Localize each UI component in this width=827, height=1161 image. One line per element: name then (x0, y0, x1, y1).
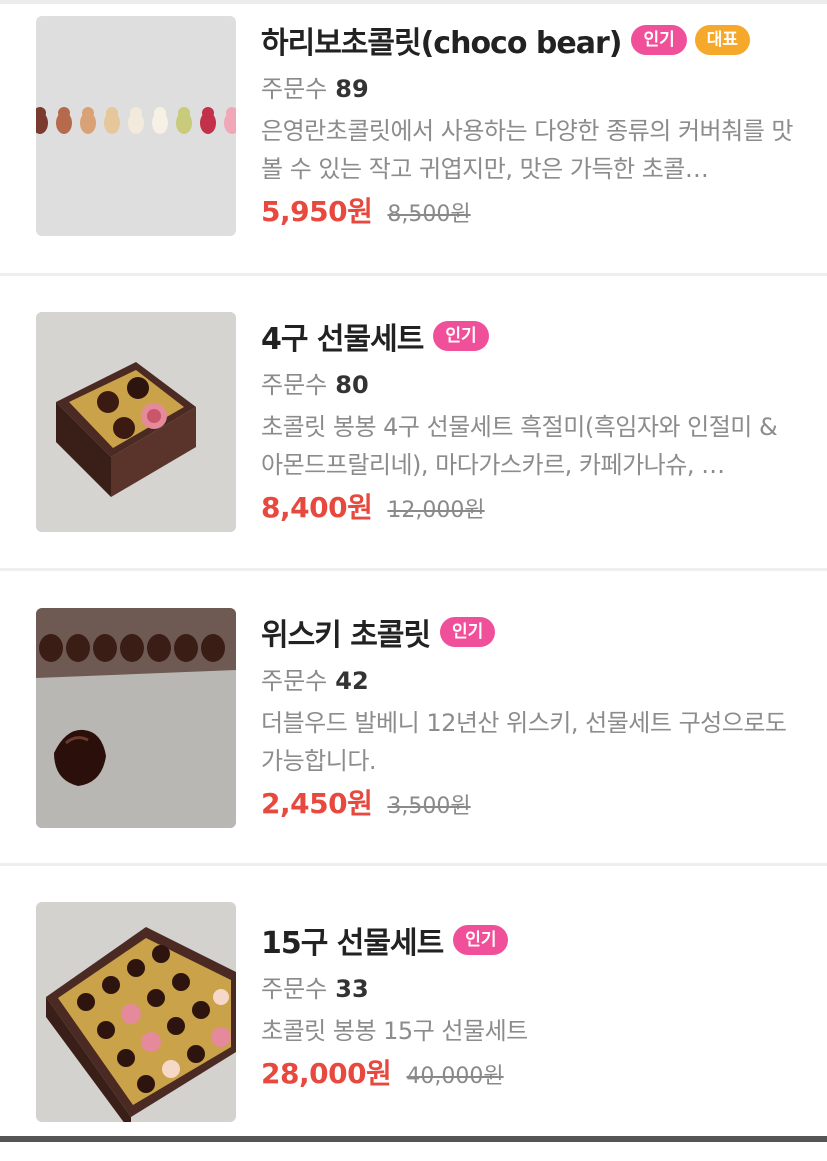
badge-popular: 인기 (631, 25, 687, 55)
order-count-value: 42 (335, 667, 369, 695)
order-count: 주문수 89 (261, 72, 793, 106)
order-count: 주문수 42 (261, 664, 793, 698)
sale-price: 8,400원 (261, 491, 373, 524)
product-title[interactable]: 하리보초콜릿(choco bear) (261, 18, 622, 62)
product-card[interactable]: 하리보초콜릿(choco bear) 인기 대표 주문수 89 은영란초콜릿에서 … (0, 4, 827, 276)
product-title[interactable]: 15구 선물세트 (261, 918, 444, 962)
order-count-value: 33 (335, 975, 369, 1003)
product-image-4-gift-set[interactable] (36, 312, 236, 532)
bottom-edge-bar (0, 1136, 827, 1142)
product-description: 더블우드 발베니 12년산 위스키, 선물세트 구성으로도 가능합니다. (261, 709, 787, 775)
product-image-whisky-chocolate[interactable] (36, 608, 236, 828)
price-row: 5,950원 8,500원 (261, 192, 793, 232)
order-count-label: 주문수 (261, 371, 328, 399)
order-count-label: 주문수 (261, 975, 328, 1003)
product-description: 초콜릿 봉봉 15구 선물세트 (261, 1017, 528, 1045)
badge-popular: 인기 (453, 925, 509, 955)
order-count-label: 주문수 (261, 75, 328, 103)
badge-representative: 대표 (694, 25, 751, 55)
order-count-value: 89 (335, 75, 369, 103)
product-card[interactable]: 15구 선물세트 인기 주문수 33 초콜릿 봉봉 15구 선물세트 28,000… (0, 866, 827, 1161)
product-title[interactable]: 위스키 초콜릿 (261, 610, 431, 654)
order-count: 주문수 80 (261, 368, 793, 402)
original-price: 40,000원 (406, 1064, 504, 1089)
product-description: 은영란초콜릿에서 사용하는 다양한 종류의 커버춰를 맛볼 수 있는 작고 귀엽… (261, 117, 793, 183)
product-image-15-gift-set[interactable] (36, 902, 236, 1122)
sale-price: 28,000원 (261, 1057, 392, 1090)
product-card[interactable]: 위스키 초콜릿 인기 주문수 42 더블우드 발베니 12년산 위스키, 선물세트… (0, 571, 827, 866)
product-image-choco-bear[interactable] (36, 16, 236, 236)
original-price: 12,000원 (387, 498, 485, 523)
badge-popular: 인기 (440, 617, 496, 647)
product-description: 초콜릿 봉봉 4구 선물세트 흑절미(흑임자와 인절미 & 아몬드프랄리네), … (261, 413, 778, 479)
order-count: 주문수 33 (261, 972, 793, 1006)
original-price: 8,500원 (387, 202, 471, 227)
badge-popular: 인기 (433, 321, 489, 351)
product-list: 하리보초콜릿(choco bear) 인기 대표 주문수 89 은영란초콜릿에서 … (0, 4, 827, 1161)
sale-price: 5,950원 (261, 195, 373, 228)
price-row: 8,400원 12,000원 (261, 488, 793, 528)
order-count-label: 주문수 (261, 667, 328, 695)
price-row: 2,450원 3,500원 (261, 784, 793, 824)
product-card[interactable]: 4구 선물세트 인기 주문수 80 초콜릿 봉봉 4구 선물세트 흑절미(흑임자와… (0, 276, 827, 571)
sale-price: 2,450원 (261, 787, 373, 820)
product-title[interactable]: 4구 선물세트 (261, 314, 424, 358)
order-count-value: 80 (335, 371, 369, 399)
original-price: 3,500원 (387, 794, 471, 819)
price-row: 28,000원 40,000원 (261, 1054, 793, 1094)
